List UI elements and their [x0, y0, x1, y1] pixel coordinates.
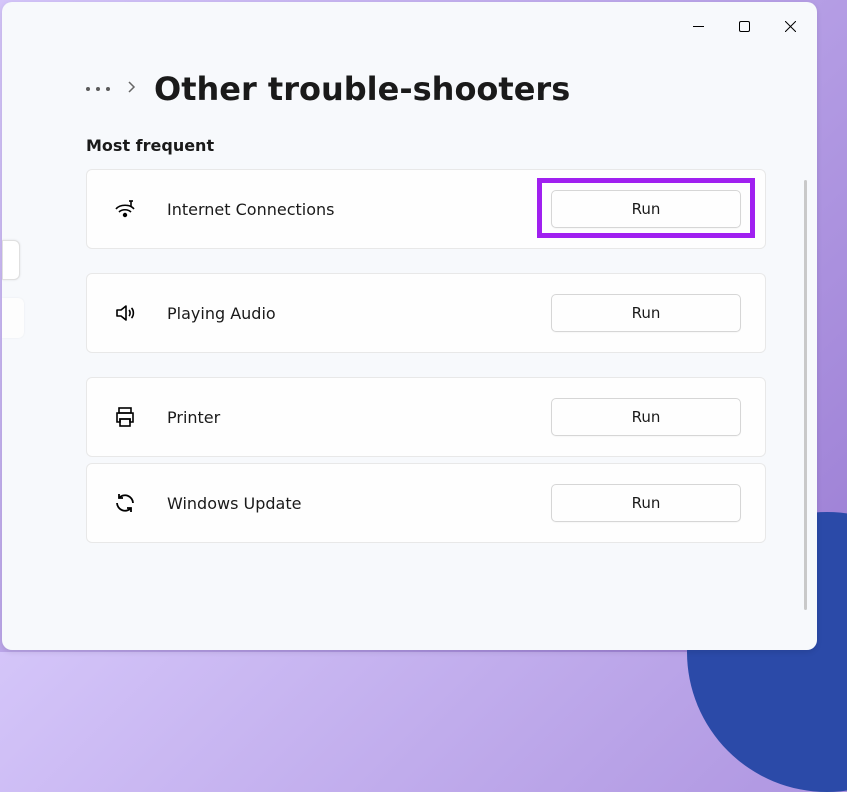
breadcrumb: Other trouble-shooters — [86, 70, 777, 108]
troubleshooter-row-internet: Internet Connections Run — [86, 169, 766, 249]
settings-window: Other trouble-shooters Most frequent Int… — [2, 2, 817, 650]
troubleshooter-row-printer: Printer Run — [86, 377, 766, 457]
page-title: Other trouble-shooters — [154, 70, 570, 108]
content-area: Other trouble-shooters Most frequent Int… — [2, 50, 817, 543]
troubleshooter-label: Printer — [167, 408, 551, 427]
chevron-right-icon — [128, 81, 136, 97]
troubleshooter-row-update: Windows Update Run — [86, 463, 766, 543]
scrollbar[interactable] — [804, 180, 807, 610]
run-button[interactable]: Run — [551, 294, 741, 332]
troubleshooter-label: Internet Connections — [167, 200, 551, 219]
troubleshooter-label: Playing Audio — [167, 304, 551, 323]
run-button[interactable]: Run — [551, 398, 741, 436]
run-button[interactable]: Run — [551, 484, 741, 522]
wifi-icon — [111, 197, 139, 221]
section-label: Most frequent — [86, 136, 777, 155]
printer-icon — [111, 405, 139, 429]
close-button[interactable] — [767, 10, 813, 42]
refresh-icon — [111, 491, 139, 515]
ellipsis-icon[interactable] — [86, 87, 110, 91]
audio-icon — [111, 301, 139, 325]
troubleshooter-label: Windows Update — [167, 494, 551, 513]
run-button[interactable]: Run — [551, 190, 741, 228]
maximize-button[interactable] — [721, 10, 767, 42]
minimize-button[interactable] — [675, 10, 721, 42]
troubleshooter-row-audio: Playing Audio Run — [86, 273, 766, 353]
titlebar — [2, 2, 817, 50]
